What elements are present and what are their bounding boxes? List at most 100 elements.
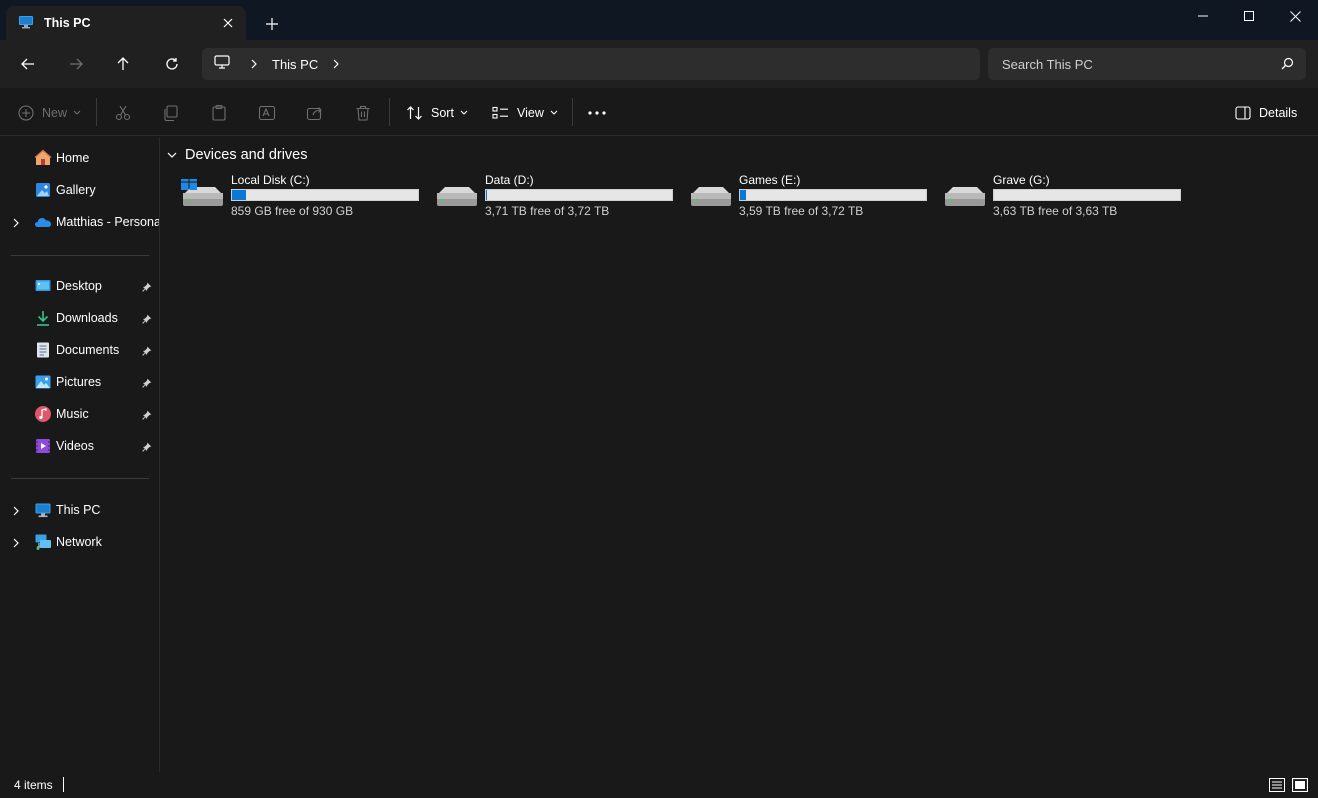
hard-drive-icon: [943, 179, 987, 212]
drive-name: Grave (G:): [993, 173, 1050, 187]
maximize-button[interactable]: [1226, 0, 1272, 32]
pin-icon[interactable]: [142, 312, 152, 327]
drive-usage-bar: [993, 189, 1181, 201]
music-icon: [34, 405, 52, 423]
sidebar-item-pictures[interactable]: Pictures: [0, 368, 159, 396]
onedrive-icon: [34, 213, 52, 231]
chevron-right-icon[interactable]: [12, 216, 20, 231]
sidebar-item-label: Downloads: [56, 311, 118, 325]
sidebar-item-videos[interactable]: Videos: [0, 432, 159, 460]
more-icon: [588, 111, 606, 115]
details-pane-icon: [1235, 106, 1251, 120]
home-icon: [34, 149, 52, 167]
trash-icon: [356, 105, 370, 121]
toolbar-divider: [572, 98, 573, 126]
drive-usage-bar: [231, 189, 419, 201]
more-options-button[interactable]: [588, 98, 606, 128]
sidebar-item-label: Pictures: [56, 375, 102, 389]
maximize-icon: [1244, 11, 1254, 21]
minimize-button[interactable]: [1180, 0, 1226, 32]
videos-icon: [34, 437, 52, 455]
forward-button[interactable]: [61, 49, 91, 79]
sidebar-item-documents[interactable]: Documents: [0, 336, 159, 364]
chevron-right-icon[interactable]: [12, 536, 20, 551]
sidebar-item-music[interactable]: Music: [0, 400, 159, 428]
plus-icon: [266, 18, 278, 30]
sidebar-divider: [11, 255, 149, 256]
this-pc-icon: [34, 501, 52, 519]
group-header-devices[interactable]: Devices and drives: [167, 147, 308, 163]
paste-button[interactable]: [210, 98, 228, 128]
back-button[interactable]: [13, 49, 43, 79]
sidebar-item-label: Documents: [56, 343, 120, 357]
refresh-icon: [166, 58, 178, 70]
pin-icon[interactable]: [142, 376, 152, 391]
monitor-icon: [214, 55, 230, 73]
drive-d[interactable]: Data (D:) 3,71 TB free of 3,72 TB: [435, 173, 685, 218]
search-input[interactable]: [1002, 56, 1272, 72]
sort-icon: [407, 106, 422, 120]
pin-icon[interactable]: [142, 280, 152, 295]
chevron-right-icon[interactable]: [12, 504, 20, 519]
cut-button[interactable]: [114, 98, 132, 128]
pin-icon[interactable]: [142, 344, 152, 359]
rename-icon: [258, 105, 276, 121]
gallery-icon: [34, 181, 52, 199]
search-icon[interactable]: [1281, 57, 1294, 73]
details-view-icon: [1269, 778, 1285, 792]
refresh-button[interactable]: [157, 49, 187, 79]
search-box[interactable]: [988, 48, 1306, 80]
clipboard-icon: [212, 104, 226, 121]
sort-label: Sort: [431, 106, 454, 120]
hard-drive-icon: [435, 179, 479, 212]
details-label: Details: [1259, 106, 1298, 120]
view-button[interactable]: View: [492, 98, 558, 128]
sidebar-divider: [11, 478, 149, 479]
navigation-pane: Home Gallery Matthias - Personal Desktop…: [0, 137, 160, 772]
desktop-icon: [34, 277, 52, 295]
sidebar-item-this-pc[interactable]: This PC: [0, 496, 159, 524]
sidebar-item-label: Gallery: [56, 183, 96, 197]
close-window-button[interactable]: [1272, 0, 1318, 32]
chevron-down-icon: [550, 110, 558, 115]
drive-name: Data (D:): [485, 173, 534, 187]
drive-usage-fill: [486, 190, 487, 200]
new-button[interactable]: New: [18, 98, 81, 128]
sidebar-item-gallery[interactable]: Gallery: [0, 176, 159, 204]
drive-c[interactable]: Local Disk (C:) 859 GB free of 930 GB: [181, 173, 431, 218]
sort-button[interactable]: Sort: [406, 98, 468, 128]
share-button[interactable]: [306, 98, 324, 128]
chevron-right-icon[interactable]: [250, 57, 258, 72]
delete-button[interactable]: [354, 98, 372, 128]
tab-this-pc[interactable]: This PC: [6, 6, 246, 40]
sidebar-item-label: Network: [56, 535, 102, 549]
this-pc-icon: [18, 14, 34, 33]
sidebar-item-desktop[interactable]: Desktop: [0, 272, 159, 300]
large-icons-view-button[interactable]: [1291, 776, 1309, 794]
chevron-right-icon[interactable]: [332, 57, 340, 72]
pin-icon[interactable]: [142, 440, 152, 455]
network-icon: [34, 533, 52, 551]
copy-button[interactable]: [162, 98, 180, 128]
details-view-button[interactable]: [1268, 776, 1286, 794]
rename-button[interactable]: [258, 98, 276, 128]
drive-g[interactable]: Grave (G:) 3,63 TB free of 3,63 TB: [943, 173, 1193, 218]
pin-icon[interactable]: [142, 408, 152, 423]
navigation-bar: This PC: [0, 40, 1318, 88]
arrow-left-icon: [21, 58, 34, 70]
new-tab-button[interactable]: [258, 10, 286, 38]
sidebar-item-downloads[interactable]: Downloads: [0, 304, 159, 332]
drive-name: Games (E:): [739, 173, 801, 187]
breadcrumb-this-pc[interactable]: This PC: [272, 57, 318, 72]
sidebar-item-network[interactable]: Network: [0, 528, 159, 556]
view-list-icon: [492, 106, 508, 119]
up-button[interactable]: [108, 49, 138, 79]
sidebar-item-home[interactable]: Home: [0, 144, 159, 172]
drive-e[interactable]: Games (E:) 3,59 TB free of 3,72 TB: [689, 173, 939, 218]
sidebar-item-onedrive[interactable]: Matthias - Personal: [0, 208, 159, 236]
details-pane-button[interactable]: Details: [1235, 98, 1297, 128]
close-tab-button[interactable]: [214, 9, 242, 37]
drive-free-space: 3,59 TB free of 3,72 TB: [739, 204, 864, 218]
address-bar[interactable]: This PC: [202, 48, 980, 80]
sidebar-item-label: This PC: [56, 503, 101, 517]
